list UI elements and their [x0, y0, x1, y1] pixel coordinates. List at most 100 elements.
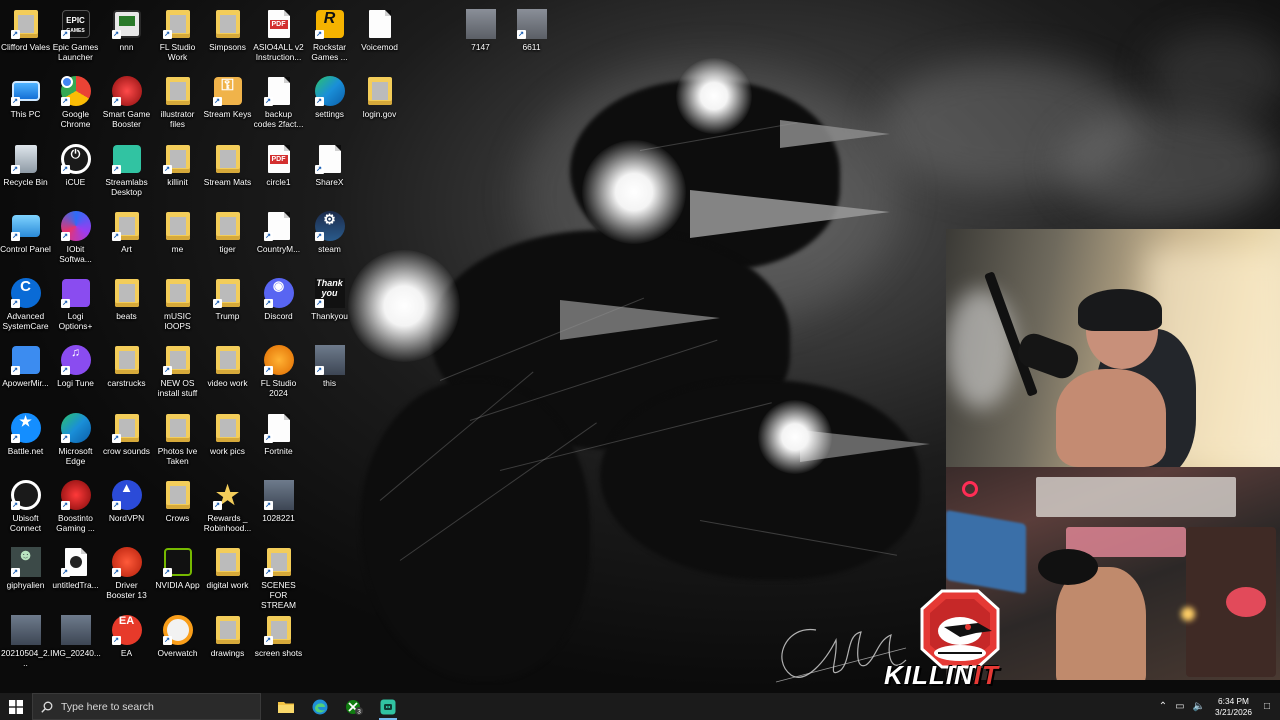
desktop-icon[interactable]: ↗ FL Studio 2024: [253, 341, 304, 405]
desktop-icon[interactable]: ↗ NEW OS install stuff: [152, 341, 203, 405]
desktop-icon[interactable]: ↗ This PC: [0, 72, 51, 136]
desktop-icon[interactable]: video work: [202, 341, 253, 405]
desktop-icon-label: 6611: [522, 42, 541, 52]
desktop-icon[interactable]: Voicemod: [354, 5, 405, 69]
desktop-icon[interactable]: ↗ untitledTra...: [50, 543, 101, 607]
taskbar-file-explorer[interactable]: [269, 693, 303, 720]
desktop-icon[interactable]: 7147: [455, 5, 506, 69]
desktop-icon[interactable]: R ↗ Rockstar Games ...: [304, 5, 355, 69]
desktop-icon[interactable]: EA ↗ EA: [101, 611, 152, 675]
desktop-icon[interactable]: PDF circle1: [253, 140, 304, 204]
taskbar-edge[interactable]: [303, 693, 337, 720]
desktop-icon-label: ShareX: [315, 177, 344, 187]
notifications-icon[interactable]: □: [1264, 701, 1270, 712]
folder-icon: [112, 278, 142, 308]
desktop-icon[interactable]: carstrucks: [101, 341, 152, 405]
desktop-icon[interactable]: ↗ Trump: [202, 274, 253, 338]
desktop-icon[interactable]: Thank you ↗ Thankyou: [304, 274, 355, 338]
desktop-icon[interactable]: Crows: [152, 476, 203, 540]
desktop-icon[interactable]: ◉ ↗ Discord: [253, 274, 304, 338]
desktop-icon[interactable]: ★ ↗ Rewards _ Robinhood...: [202, 476, 253, 540]
folder-icon: [163, 76, 193, 106]
xbox-icon: 3: [346, 699, 363, 715]
desktop-icon[interactable]: Simpsons: [202, 5, 253, 69]
desktop-icon[interactable]: work pics: [202, 409, 253, 473]
desktop-icon[interactable]: ↗ Recycle Bin: [0, 140, 51, 204]
desktop-icon[interactable]: ↗ killinit: [152, 140, 203, 204]
desktop-icon[interactable]: IMG_20240...: [50, 611, 101, 675]
desktop-icon[interactable]: ↗ screen shots: [253, 611, 304, 675]
desktop-icon[interactable]: ↗ 6611: [506, 5, 557, 69]
desktop-icon[interactable]: ↗ ShareX: [304, 140, 355, 204]
desktop-icon[interactable]: 20210504_2...: [0, 611, 51, 675]
desktop-icon[interactable]: ↗ Logi Options+: [50, 274, 101, 338]
alien-image-icon: ☻ ↗: [10, 547, 41, 577]
desktop-icon[interactable]: login.gov: [354, 72, 405, 136]
desktop-icon-label: Overwatch: [157, 648, 198, 658]
volume-icon[interactable]: 🔈: [1193, 701, 1205, 712]
desktop-icon[interactable]: ☻ ↗ giphyalien: [0, 543, 51, 607]
desktop-icon[interactable]: ↗ Art: [101, 207, 152, 271]
desktop-icon[interactable]: ↗ crow sounds: [101, 409, 152, 473]
desktop-icon[interactable]: ↗ this: [304, 341, 355, 405]
desktop-icon-label: iCUE: [65, 177, 86, 187]
desktop-icon[interactable]: ↗ Streamlabs Desktop: [101, 140, 152, 204]
desktop-icon[interactable]: ▲ ↗ NordVPN: [101, 476, 152, 540]
desktop-icon[interactable]: ↗ IObit Softwa...: [50, 207, 101, 271]
desktop-icon[interactable]: ↗ Clifford Vales: [0, 5, 51, 69]
desktop-icon[interactable]: mUSIC lOOPS: [152, 274, 203, 338]
discord-icon: ◉ ↗: [263, 278, 294, 308]
desktop-icon[interactable]: ↗ SCENES FOR STREAM: [253, 543, 304, 610]
image-icon: [60, 615, 91, 645]
desktop-icon[interactable]: ↗ Fortnite: [253, 409, 304, 473]
desktop-icon[interactable]: ↗ NVIDIA App: [152, 543, 203, 607]
desktop-icon[interactable]: ↗ nnn: [101, 5, 152, 69]
desktop-icon[interactable]: ↗ FL Studio Work: [152, 5, 203, 69]
shortcut-arrow-icon: ↗: [60, 165, 70, 174]
desktop-icon[interactable]: ★ ↗ Battle.net: [0, 409, 51, 473]
icue-icon: ⏻ ↗: [60, 144, 91, 174]
taskbar-search-box[interactable]: Type here to search: [32, 693, 261, 720]
desktop-icon[interactable]: drawings: [202, 611, 253, 675]
desktop-icon[interactable]: me: [152, 207, 203, 271]
desktop-icon[interactable]: C ↗ Advanced SystemCare: [0, 274, 51, 338]
desktop-icon-label: 7147: [471, 42, 490, 52]
chevron-up-icon[interactable]: ⌃: [1159, 701, 1167, 712]
desktop-icon[interactable]: ↗ 1028221: [253, 476, 304, 540]
desktop-icon[interactable]: ♫ ↗ Logi Tune: [50, 341, 101, 405]
desktop-icon-label: Ubisoft Connect: [9, 513, 42, 533]
desktop-icon[interactable]: tiger: [202, 207, 253, 271]
network-icon[interactable]: ▭: [1175, 701, 1184, 712]
desktop-icon[interactable]: ⚿ ↗ Stream Keys: [202, 72, 253, 136]
start-button[interactable]: [0, 693, 32, 720]
desktop-icon[interactable]: Photos Ive Taken: [152, 409, 203, 473]
desktop-icon[interactable]: ↗ Overwatch: [152, 611, 203, 675]
desktop-icon[interactable]: ↗ Microsoft Edge: [50, 409, 101, 473]
taskbar-streamlabs[interactable]: [371, 693, 405, 720]
desktop-icon-label: screen shots: [254, 648, 303, 658]
desktop-icon[interactable]: ↗ Google Chrome: [50, 72, 101, 136]
desktop-icon[interactable]: illustrator files: [152, 72, 203, 136]
desktop-icon[interactable]: ↗ Control Panel: [0, 207, 51, 271]
desktop-icon[interactable]: ↗ Boostinto Gaming ...: [50, 476, 101, 540]
desktop-icon[interactable]: PDF ASIO4ALL v2 Instruction...: [253, 5, 304, 69]
desktop-icon[interactable]: digital work: [202, 543, 253, 607]
desktop-icon[interactable]: ↗ CountryM...: [253, 207, 304, 271]
desktop-icon[interactable]: ↗ backup codes 2fact...: [253, 72, 304, 136]
desktop-icon[interactable]: ↗ Ubisoft Connect: [0, 476, 51, 540]
ea-icon: EA ↗: [111, 615, 142, 645]
webcam-face-feed: [946, 229, 1280, 467]
desktop-icon[interactable]: ↗ Smart Game Booster: [101, 72, 152, 136]
desktop-icon[interactable]: ↗ ApowerMir...: [0, 341, 51, 405]
desktop-icon[interactable]: Stream Mats: [202, 140, 253, 204]
taskbar-xbox[interactable]: 3: [337, 693, 371, 720]
taskbar-clock[interactable]: 6:34 PM 3/21/2026: [1215, 696, 1252, 718]
desktop-icon[interactable]: ⏻ ↗ iCUE: [50, 140, 101, 204]
desktop-icon[interactable]: EPIC GAMES ↗ Epic Games Launcher: [50, 5, 101, 69]
taskbar: Type here to search 3 ⌃ ▭ 🔈 6:34 PM 3/21…: [0, 693, 1280, 720]
desktop-icon[interactable]: ↗ Driver Booster 13: [101, 543, 152, 607]
desktop-icon[interactable]: ↗ settings: [304, 72, 355, 136]
desktop-icon[interactable]: beats: [101, 274, 152, 338]
photo-icon: [465, 9, 496, 39]
desktop-icon[interactable]: ⚙ ↗ steam: [304, 207, 355, 271]
